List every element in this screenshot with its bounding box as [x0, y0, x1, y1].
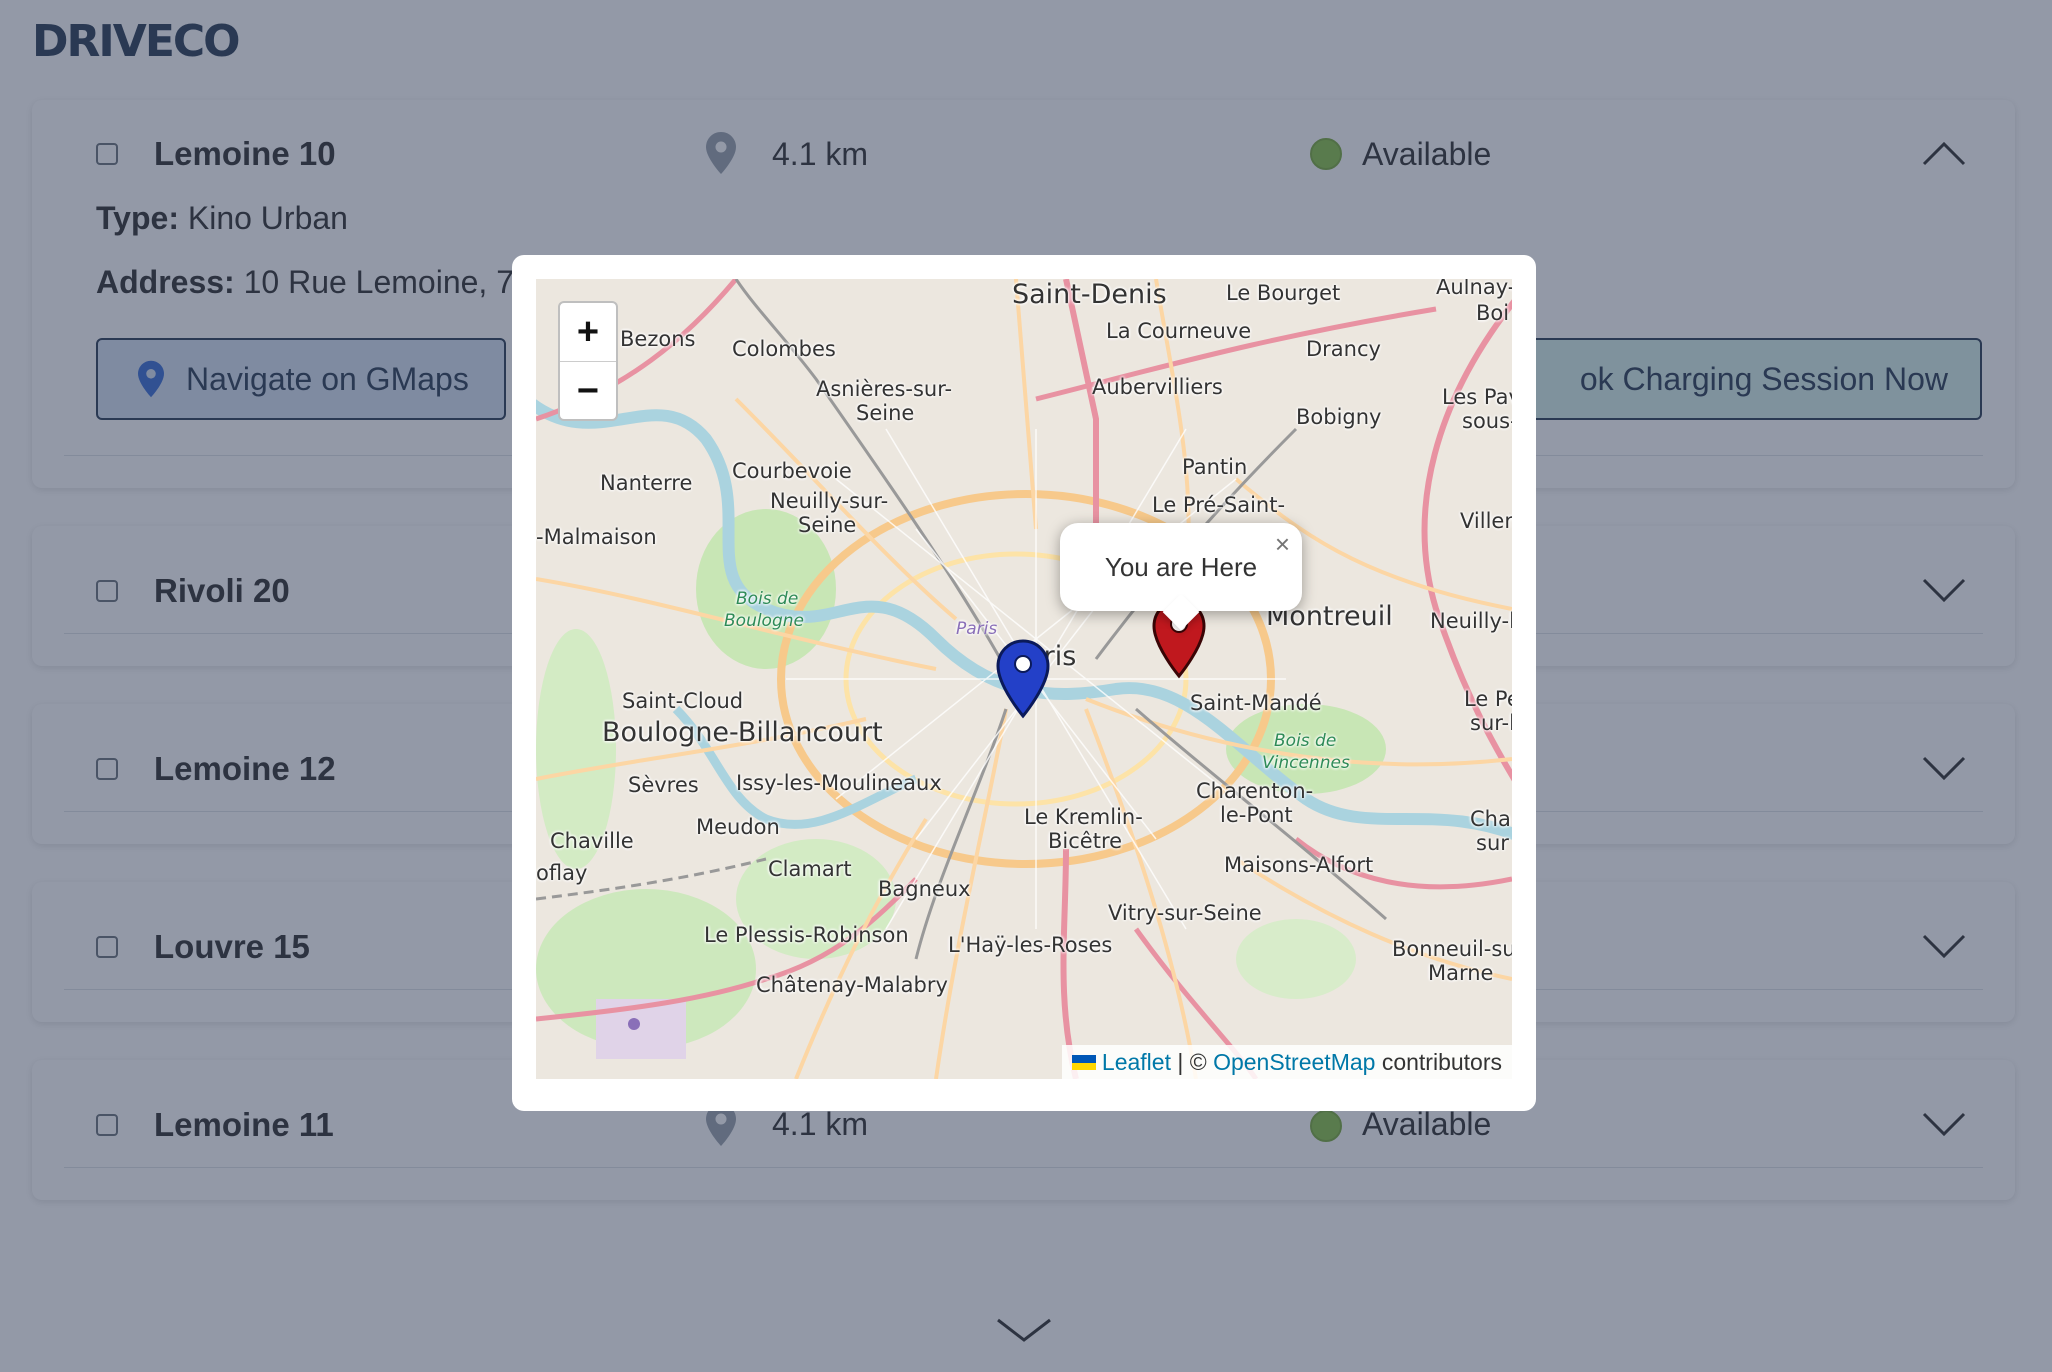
map-label: Colombes [732, 337, 836, 361]
map-label: Boulogne [724, 611, 804, 631]
zoom-control: + − [558, 301, 618, 421]
map-label: Cha [1470, 807, 1511, 831]
osm-link[interactable]: OpenStreetMap [1213, 1049, 1375, 1076]
map-label: Seine [798, 513, 857, 537]
attribution-suffix: contributors [1375, 1048, 1502, 1075]
ukraine-flag-icon [1071, 1054, 1096, 1070]
map-label: Paris [956, 619, 998, 639]
map-label: Asnières-sur- [816, 377, 953, 401]
map-attribution: Leaflet | © OpenStreetMap contributors [1061, 1045, 1512, 1079]
map-label: sous- [1462, 409, 1512, 433]
map-view[interactable]: Saint-Denis Le Bourget Aulnay- Boi La Co… [536, 279, 1512, 1079]
map-label: Le Kremlin- [1024, 805, 1143, 829]
map-label: Marne [1428, 961, 1494, 985]
map-label: Saint-Cloud [622, 689, 744, 713]
map-label: Villen [1460, 509, 1512, 533]
map-label: Bicêtre [1048, 829, 1123, 853]
map-label: Bonneuil-su [1392, 937, 1512, 961]
map-label: Nanterre [600, 471, 693, 495]
map-label: Charenton- [1196, 779, 1314, 803]
zoom-in-button[interactable]: + [560, 303, 616, 362]
leaflet-link[interactable]: Leaflet [1102, 1049, 1171, 1076]
location-popup: You are Here × [1060, 523, 1302, 631]
map-label: Bois de [736, 589, 799, 609]
map-label: Saint-Denis [1012, 279, 1167, 310]
map-label: Clamart [768, 857, 852, 881]
map-label: Le Plessis-Robinson [704, 923, 909, 947]
map-label: oflay [536, 861, 588, 885]
map-label: Neuilly-l [1430, 609, 1512, 633]
map-label: La Courneuve [1106, 319, 1252, 343]
map-label: Drancy [1306, 337, 1381, 361]
map-label: Bezons [620, 327, 696, 351]
zoom-out-button[interactable]: − [560, 362, 616, 420]
map-label: Le Pré-Saint- [1152, 493, 1286, 517]
map-label: Aulnay- [1436, 279, 1512, 299]
station-marker-icon[interactable] [996, 639, 1050, 719]
map-label: Courbevoie [732, 459, 852, 483]
map-label: Vincennes [1262, 753, 1350, 773]
map-modal: Saint-Denis Le Bourget Aulnay- Boi La Co… [512, 255, 1536, 1111]
map-label: Boulogne-Billancourt [602, 717, 883, 748]
attribution-separator: | © [1170, 1048, 1214, 1075]
map-label: -Malmaison [536, 525, 657, 549]
map-label: Sèvres [628, 773, 699, 797]
map-label: sur-l [1470, 711, 1512, 735]
map-label: Le Pe [1464, 687, 1512, 711]
map-label: Vitry-sur-Seine [1108, 901, 1262, 925]
map-label: Issy-les-Moulineaux [736, 771, 942, 795]
map-label: Châtenay-Malabry [756, 973, 948, 997]
map-label: Chaville [550, 829, 634, 853]
map-label: Bois de [1274, 731, 1337, 751]
popup-text: You are Here [1104, 551, 1258, 582]
map-label: Aubervilliers [1092, 375, 1223, 399]
map-label: Seine [856, 401, 915, 425]
map-label: Saint-Mandé [1190, 691, 1322, 715]
map-label: le-Pont [1220, 803, 1293, 827]
map-label: Meudon [696, 815, 780, 839]
map-label: Pantin [1182, 455, 1248, 479]
map-label: Les Pav [1442, 385, 1512, 409]
map-label: L'Haÿ-les-Roses [948, 933, 1113, 957]
map-label: sur [1476, 831, 1509, 855]
map-label: Bagneux [878, 877, 971, 901]
popup-close-icon[interactable]: × [1275, 529, 1290, 560]
map-label: Boi [1476, 301, 1510, 325]
map-label: Bobigny [1296, 405, 1382, 429]
map-label: Le Bourget [1226, 281, 1341, 305]
map-label: Neuilly-sur- [770, 489, 889, 513]
map-label: Maisons-Alfort [1224, 853, 1374, 877]
